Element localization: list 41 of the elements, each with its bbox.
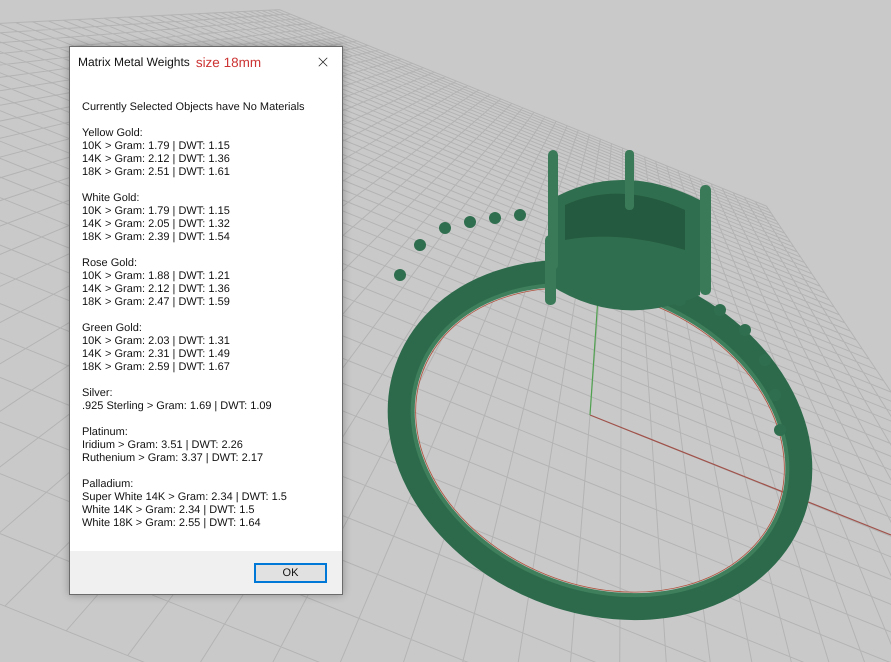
weight-text: .925 Sterling > Gram: 1.69 | DWT: 1.09	[82, 400, 272, 413]
metal-heading: Rose Gold:	[82, 257, 138, 270]
karat-label: 10K	[82, 335, 103, 348]
weight-text: > Gram: 2.39 | DWT: 1.54	[105, 231, 230, 244]
weight-text: > Gram: 2.47 | DWT: 1.59	[105, 296, 230, 309]
weight-text: > Gram: 2.12 | DWT: 1.36	[105, 153, 230, 166]
size-note: size 18mm	[196, 54, 262, 70]
weight-text: > Gram: 2.03 | DWT: 1.31	[105, 335, 230, 348]
karat-label: 18K	[82, 361, 103, 374]
karat-label: 10K	[82, 205, 103, 218]
metal-heading: Platinum:	[82, 426, 128, 439]
window-title: Matrix Metal Weights	[78, 55, 190, 69]
karat-label: 14K	[82, 348, 103, 361]
weight-text: Iridium > Gram: 3.51 | DWT: 2.26	[82, 439, 243, 452]
karat-label: 18K	[82, 231, 103, 244]
karat-label: 18K	[82, 166, 103, 179]
weight-text: > Gram: 1.79 | DWT: 1.15	[105, 205, 230, 218]
weight-text: > Gram: 2.05 | DWT: 1.32	[105, 218, 230, 231]
weight-text: Ruthenium > Gram: 3.37 | DWT: 2.17	[82, 452, 264, 465]
karat-label: 10K	[82, 140, 103, 153]
weight-text: White 18K > Gram: 2.55 | DWT: 1.64	[82, 517, 261, 530]
weight-text: > Gram: 1.88 | DWT: 1.21	[105, 270, 230, 283]
karat-label: 14K	[82, 283, 103, 296]
weight-text: > Gram: 2.31 | DWT: 1.49	[105, 348, 230, 361]
weight-text: > Gram: 1.79 | DWT: 1.15	[105, 140, 230, 153]
metal-heading: Green Gold:	[82, 322, 142, 335]
weight-text: White 14K > Gram: 2.34 | DWT: 1.5	[82, 504, 255, 517]
weight-text: > Gram: 2.59 | DWT: 1.67	[105, 361, 230, 374]
weight-text: > Gram: 2.12 | DWT: 1.36	[105, 283, 230, 296]
karat-label: 18K	[82, 296, 103, 309]
karat-label: 14K	[82, 153, 103, 166]
status-message: Currently Selected Objects have No Materials	[82, 101, 306, 114]
metal-heading: Yellow Gold:	[82, 127, 143, 140]
metal-heading: White Gold:	[82, 192, 140, 205]
karat-label: 14K	[82, 218, 103, 231]
ok-button[interactable]: OK	[254, 562, 327, 582]
metal-heading: Palladium:	[82, 478, 134, 491]
karat-label: 10K	[82, 270, 103, 283]
weight-text: Super White 14K > Gram: 2.34 | DWT: 1.5	[82, 491, 287, 504]
weight-text: > Gram: 2.51 | DWT: 1.61	[105, 166, 230, 179]
metal-heading: Silver:	[82, 387, 113, 400]
